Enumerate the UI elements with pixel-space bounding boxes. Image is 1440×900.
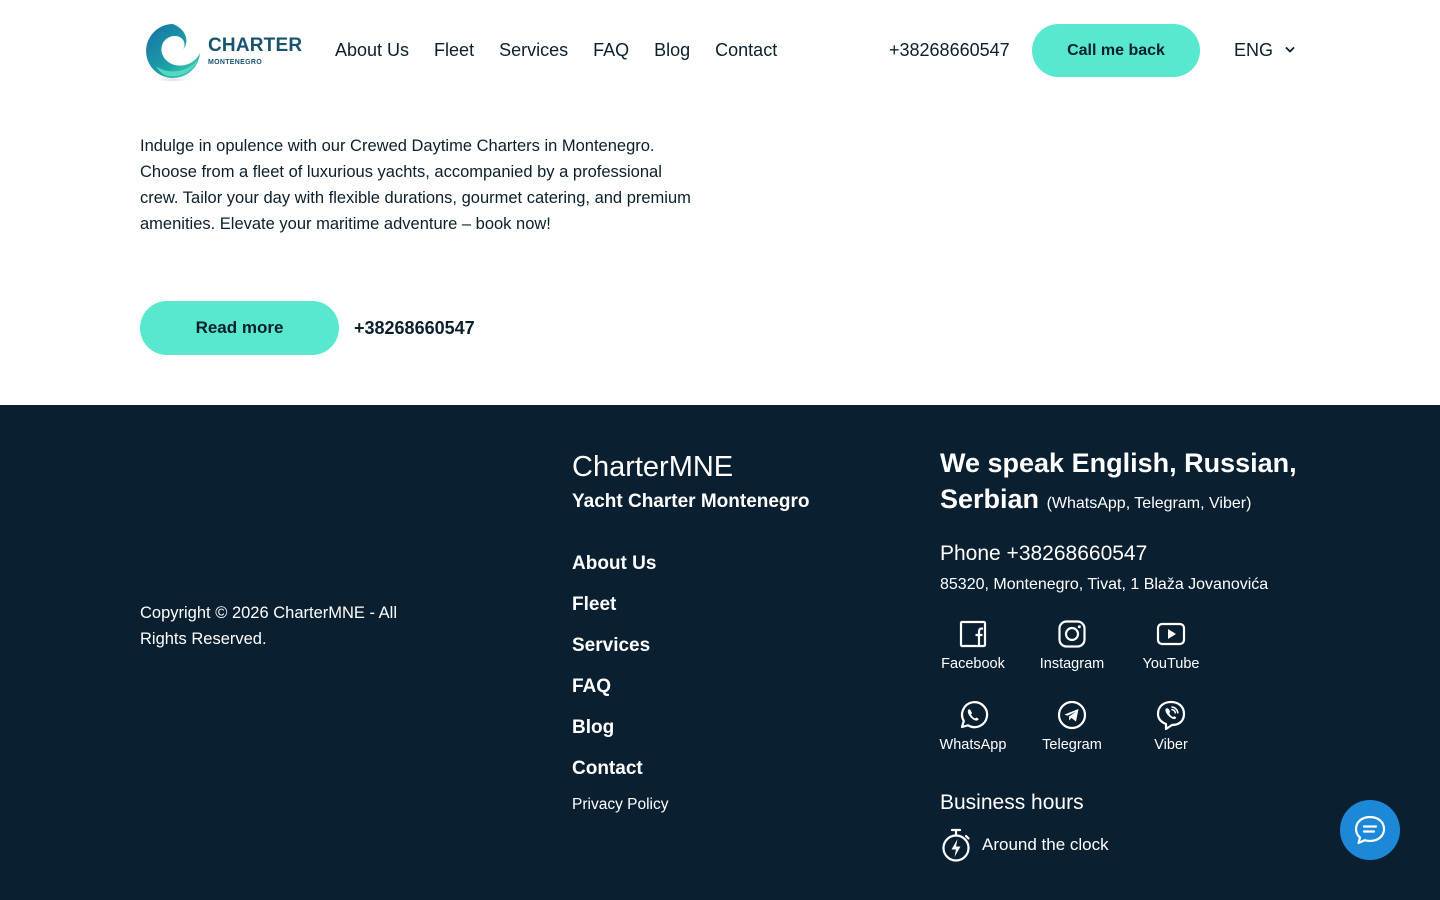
footer-nav-blog[interactable]: Blog [572,716,656,757]
read-more-button[interactable]: Read more [140,301,339,355]
footer-brand-subtitle: Yacht Charter Montenegro [572,491,810,512]
viber-label: Viber [1154,737,1188,753]
business-hours: Around the clock [940,827,1109,863]
hero-description: Indulge in opulence with our Crewed Dayt… [140,137,691,233]
footer-nav-faq[interactable]: FAQ [572,675,656,716]
nav-fleet[interactable]: Fleet [434,38,474,62]
language-selector[interactable]: ENG [1234,38,1295,62]
hero-phone-link[interactable]: +38268660547 [354,316,475,340]
social-links: Facebook Instagram YouTube WhatsApp Tele… [935,618,1235,755]
youtube-label: YouTube [1142,656,1200,672]
copyright-text: Copyright © 2026 CharterMNE - All Rights… [140,604,398,648]
instagram-icon [1058,620,1086,648]
site-header: CHARTER MONTENEGRO About Us Fleet Servic… [0,0,1440,100]
facebook-icon [959,620,987,648]
nav-services[interactable]: Services [499,38,568,62]
logo-title: CHARTER [208,35,303,56]
whatsapp-label: WhatsApp [939,737,1007,753]
youtube-link[interactable]: YouTube [1133,618,1209,674]
whatsapp-link[interactable]: WhatsApp [935,699,1011,755]
chat-button[interactable] [1340,800,1400,860]
stopwatch-icon [942,828,970,862]
language-label: ENG [1234,40,1274,60]
logo-subtitle: MONTENEGRO [208,59,262,66]
facebook-label: Facebook [941,656,1005,672]
languages-spoken: We speak English, Russian, Serbian (What… [940,445,1320,522]
call-me-back-button[interactable]: Call me back [1032,24,1200,77]
footer-nav-about-us[interactable]: About Us [572,552,656,593]
footer-nav-contact[interactable]: Contact [572,757,656,798]
main-nav: About Us Fleet Services FAQ Blog Contact [335,38,777,62]
telegram-icon [1057,700,1087,730]
instagram-label: Instagram [1039,656,1105,672]
chevron-down-icon [1285,47,1295,53]
footer-nav: About Us Fleet Services FAQ Blog Contact [572,552,656,798]
nav-about-us[interactable]: About Us [335,38,409,62]
footer-address: 85320, Montenegro, Tivat, 1 Blaža Jovano… [940,576,1269,593]
footer-brand-title: CharterMNE [572,451,734,483]
youtube-icon [1156,622,1186,646]
chat-icon [1354,815,1386,845]
header-phone-link[interactable]: +38268660547 [889,38,1010,62]
wave-logo-icon [142,20,204,82]
business-hours-value: Around the clock [982,835,1109,854]
telegram-link[interactable]: Telegram [1034,699,1110,755]
footer-phone-link[interactable]: Phone +38268660547 [940,541,1147,567]
languages-note: (WhatsApp, Telegram, Viber) [1046,495,1252,512]
whatsapp-icon [960,701,989,729]
business-hours-title: Business hours [940,791,1084,814]
nav-blog[interactable]: Blog [654,38,690,62]
footer-nav-fleet[interactable]: Fleet [572,593,656,634]
facebook-link[interactable]: Facebook [935,618,1011,674]
footer-nav-services[interactable]: Services [572,634,656,675]
site-footer: Copyright © 2026 CharterMNE - All Rights… [0,405,1440,900]
privacy-policy-link[interactable]: Privacy Policy [572,795,668,815]
nav-faq[interactable]: FAQ [593,38,629,62]
telegram-label: Telegram [1042,737,1102,753]
instagram-link[interactable]: Instagram [1034,618,1110,674]
site-logo[interactable]: CHARTER MONTENEGRO [142,20,302,82]
viber-icon [1156,700,1186,731]
nav-contact[interactable]: Contact [715,38,777,62]
viber-link[interactable]: Viber [1133,699,1209,755]
